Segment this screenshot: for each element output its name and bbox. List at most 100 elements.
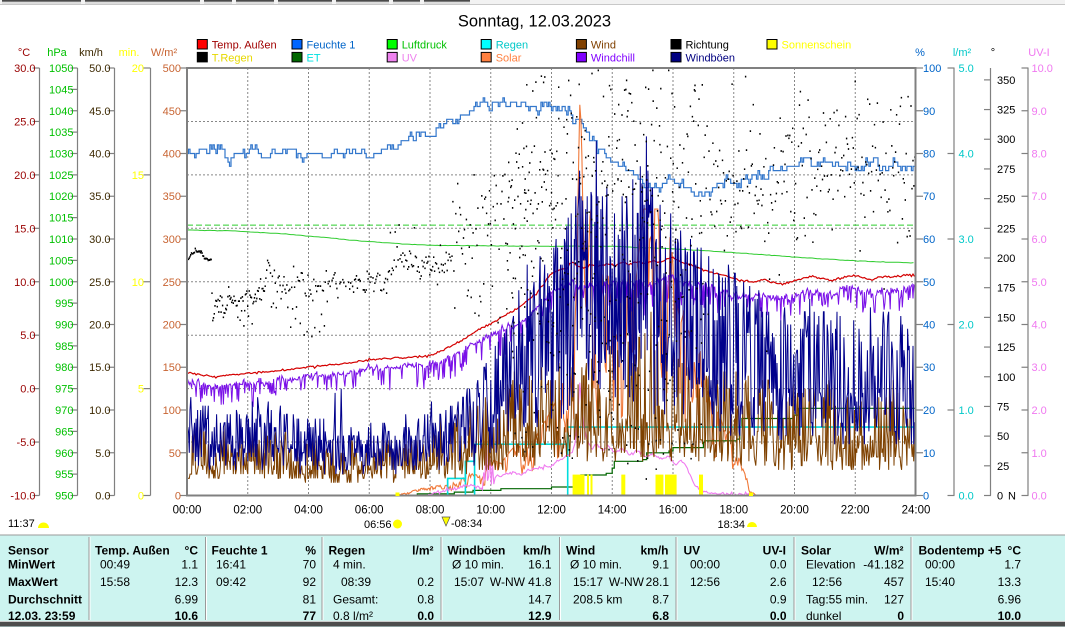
svg-text:1015: 1015 xyxy=(49,213,73,225)
svg-text:100: 100 xyxy=(997,372,1015,384)
svg-text:08:39: 08:39 xyxy=(341,575,371,589)
svg-text:457: 457 xyxy=(884,575,904,589)
svg-text:W-NW: W-NW xyxy=(490,575,526,589)
svg-text:2.6: 2.6 xyxy=(770,575,787,589)
svg-text:6.96: 6.96 xyxy=(998,593,1022,607)
svg-text:10: 10 xyxy=(923,448,935,460)
svg-text:16.1: 16.1 xyxy=(528,558,552,572)
svg-text:200: 200 xyxy=(163,320,181,332)
svg-text:20.0: 20.0 xyxy=(14,170,35,182)
svg-text:Temp. Außen: Temp. Außen xyxy=(95,544,170,558)
svg-text:min.: min. xyxy=(119,47,140,59)
svg-text:955: 955 xyxy=(55,469,73,481)
svg-text:77: 77 xyxy=(303,609,317,623)
svg-text:15:07: 15:07 xyxy=(454,575,484,589)
svg-text:12.03. 23:59: 12.03. 23:59 xyxy=(8,609,76,623)
svg-text:-41.182: -41.182 xyxy=(863,558,904,572)
svg-text:%: % xyxy=(305,544,316,558)
svg-text:-08:34: -08:34 xyxy=(451,518,482,530)
svg-text:Ø 10 min.: Ø 10 min. xyxy=(452,558,504,572)
svg-text:UV: UV xyxy=(684,544,701,558)
svg-text:25: 25 xyxy=(997,461,1009,473)
svg-text:Windböen: Windböen xyxy=(686,52,736,64)
svg-text:208.5 km: 208.5 km xyxy=(573,593,622,607)
svg-text:0.8 l/m²: 0.8 l/m² xyxy=(333,609,373,623)
svg-text:5.0: 5.0 xyxy=(20,330,35,342)
svg-text:Sonnenschein: Sonnenschein xyxy=(782,40,852,52)
svg-text:45.0: 45.0 xyxy=(89,106,110,118)
svg-text:0.0: 0.0 xyxy=(95,491,110,503)
svg-text:1050: 1050 xyxy=(49,63,73,75)
svg-text:dunkel: dunkel xyxy=(806,609,841,623)
svg-text:60: 60 xyxy=(923,234,935,246)
svg-text:04:00: 04:00 xyxy=(294,505,323,517)
svg-text:50: 50 xyxy=(169,448,181,460)
svg-text:127: 127 xyxy=(884,593,904,607)
svg-text:975: 975 xyxy=(55,384,73,396)
svg-text:09:42: 09:42 xyxy=(216,575,246,589)
svg-text:14.7: 14.7 xyxy=(528,593,552,607)
svg-text:1.0: 1.0 xyxy=(1032,448,1047,460)
svg-text:km/h: km/h xyxy=(79,47,103,59)
svg-text:N: N xyxy=(1008,491,1016,503)
svg-text:100: 100 xyxy=(923,63,941,75)
svg-text:40.0: 40.0 xyxy=(89,149,110,161)
svg-text:40: 40 xyxy=(923,320,935,332)
svg-text:1025: 1025 xyxy=(49,170,73,182)
svg-text:1010: 1010 xyxy=(49,234,73,246)
svg-text:°C: °C xyxy=(185,544,199,558)
svg-text:15:58: 15:58 xyxy=(100,575,130,589)
svg-text:300: 300 xyxy=(163,234,181,246)
svg-text:km/h: km/h xyxy=(523,544,551,558)
svg-text:250: 250 xyxy=(163,277,181,289)
svg-text:W/m²: W/m² xyxy=(151,47,178,59)
svg-text:W-NW: W-NW xyxy=(609,575,645,589)
svg-text:8.0: 8.0 xyxy=(1032,149,1047,161)
svg-text:15:17: 15:17 xyxy=(573,575,603,589)
svg-text:06:56: 06:56 xyxy=(364,519,392,531)
svg-text:Luftdruck: Luftdruck xyxy=(402,40,448,52)
svg-text:UV: UV xyxy=(402,52,418,64)
svg-text:30.0: 30.0 xyxy=(89,234,110,246)
svg-text:125: 125 xyxy=(997,342,1015,354)
svg-text:T.Regen: T.Regen xyxy=(212,52,253,64)
svg-text:965: 965 xyxy=(55,426,73,438)
svg-text:30: 30 xyxy=(923,362,935,374)
svg-text:6.0: 6.0 xyxy=(1032,234,1047,246)
svg-text:-10.0: -10.0 xyxy=(10,491,35,503)
svg-text:960: 960 xyxy=(55,448,73,460)
svg-text:350: 350 xyxy=(163,191,181,203)
svg-text:02:00: 02:00 xyxy=(233,505,262,517)
svg-text:50: 50 xyxy=(923,277,935,289)
svg-text:Elevation: Elevation xyxy=(806,558,855,572)
svg-text:100: 100 xyxy=(163,405,181,417)
svg-text:Sonntag, 12.03.2023: Sonntag, 12.03.2023 xyxy=(458,13,611,31)
svg-text:00:00: 00:00 xyxy=(173,505,202,517)
svg-text:22:00: 22:00 xyxy=(841,505,870,517)
svg-text:970: 970 xyxy=(55,405,73,417)
svg-text:3.0: 3.0 xyxy=(959,234,974,246)
svg-text:12.9: 12.9 xyxy=(528,609,552,623)
svg-text:Tag:55 min.: Tag:55 min. xyxy=(806,593,868,607)
svg-text:15: 15 xyxy=(132,170,144,182)
svg-text:15:40: 15:40 xyxy=(925,575,955,589)
svg-text:08:00: 08:00 xyxy=(416,505,445,517)
svg-text:0.0: 0.0 xyxy=(20,384,35,396)
svg-text:10:00: 10:00 xyxy=(476,505,505,517)
svg-text:0.0: 0.0 xyxy=(417,609,434,623)
svg-text:13.3: 13.3 xyxy=(998,575,1022,589)
svg-text:92: 92 xyxy=(303,575,317,589)
svg-text:80: 80 xyxy=(923,149,935,161)
svg-text:Solar: Solar xyxy=(801,544,831,558)
svg-text:0.0: 0.0 xyxy=(770,609,787,623)
svg-text:18:34: 18:34 xyxy=(717,519,745,531)
svg-text:35.0: 35.0 xyxy=(89,191,110,203)
svg-text:90: 90 xyxy=(923,106,935,118)
svg-text:Feuchte 1: Feuchte 1 xyxy=(212,544,268,558)
svg-text:0: 0 xyxy=(997,491,1003,503)
svg-text:ET: ET xyxy=(307,52,321,64)
svg-text:15.0: 15.0 xyxy=(14,223,35,235)
svg-text:5.0: 5.0 xyxy=(1032,277,1047,289)
svg-text:MinWert: MinWert xyxy=(8,558,55,572)
svg-text:6.8: 6.8 xyxy=(652,609,669,623)
